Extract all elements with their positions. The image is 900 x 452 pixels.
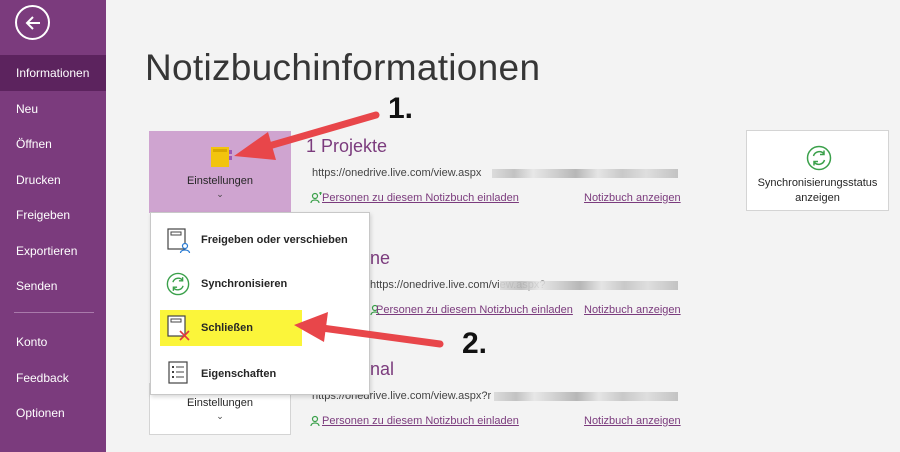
arrow-2 — [294, 312, 444, 348]
annotation-arrows — [234, 111, 444, 348]
arrow-1 — [234, 111, 380, 160]
callout-step-2: 2. — [462, 327, 488, 360]
callout-step-1: 1. — [388, 92, 414, 125]
